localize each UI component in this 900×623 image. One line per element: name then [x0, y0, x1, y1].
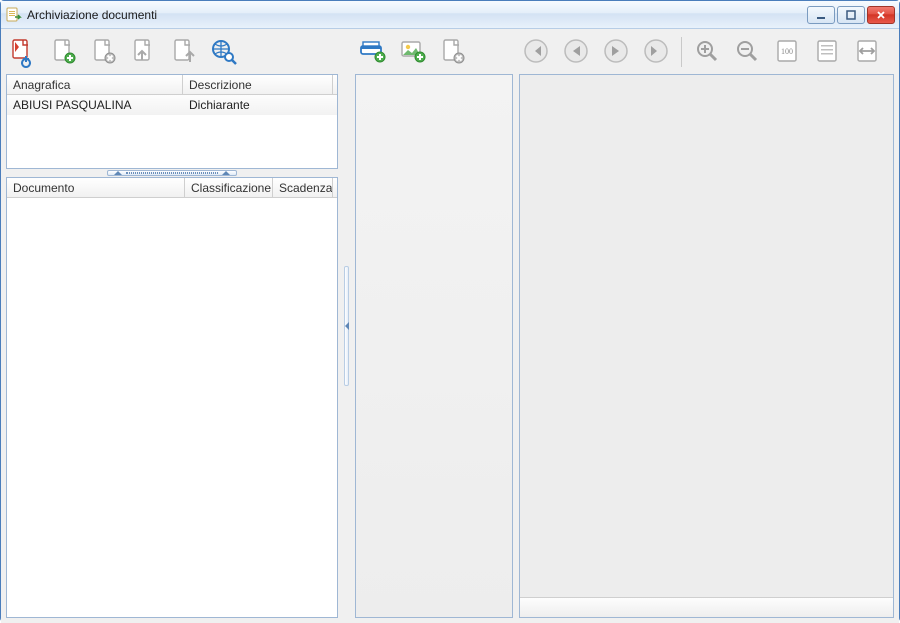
horizontal-splitter[interactable]	[6, 169, 338, 177]
top-table-cell-descrizione: Dichiarante	[183, 96, 333, 114]
bottom-table-column-documento[interactable]: Documento	[7, 178, 185, 197]
nav-prev-icon	[561, 36, 591, 69]
vertical-splitter-left[interactable]	[344, 34, 349, 618]
scan-add-button[interactable]	[355, 35, 389, 69]
doc-add-icon	[48, 36, 78, 69]
top-table-cell-anagrafica: ABIUSI PASQUALINA	[7, 96, 183, 114]
zoom-100-button[interactable]: 100	[770, 35, 804, 69]
globe-search-icon	[208, 36, 238, 69]
top-table-body: ABIUSI PASQUALINADichiarante	[7, 95, 337, 115]
picture-add-icon	[397, 36, 427, 69]
right-toolbar: 100	[519, 34, 894, 74]
zoom-100-icon: 100	[772, 36, 802, 69]
fit-page-icon	[812, 36, 842, 69]
nav-next-icon	[601, 36, 631, 69]
fit-width-icon	[852, 36, 882, 69]
send-document-button[interactable]	[166, 35, 200, 69]
top-table-panel: AnagraficaDescrizione ABIUSI PASQUALINAD…	[6, 74, 338, 169]
toolbar-separator	[681, 37, 682, 67]
doc-up-icon	[128, 36, 158, 69]
middle-column	[355, 34, 513, 618]
right-column: 100	[519, 34, 894, 618]
svg-text:100: 100	[781, 47, 793, 56]
bottom-table-column-scadenza[interactable]: Scadenza	[273, 178, 333, 197]
page-remove-button[interactable]	[435, 35, 469, 69]
pdf-import-icon	[8, 36, 38, 69]
thumbnail-panel	[355, 74, 513, 618]
add-document-button[interactable]	[46, 35, 80, 69]
image-add-button[interactable]	[395, 35, 429, 69]
doc-remove-icon	[88, 36, 118, 69]
window-controls	[807, 6, 895, 24]
table-row[interactable]: ABIUSI PASQUALINADichiarante	[7, 95, 337, 115]
top-table-header: AnagraficaDescrizione	[7, 75, 337, 95]
nav-first-icon	[521, 36, 551, 69]
bottom-table-header: DocumentoClassificazioneScadenza	[7, 178, 337, 198]
bottom-table-column-classificazione[interactable]: Classificazione	[185, 178, 273, 197]
import-pdf-button[interactable]	[6, 35, 40, 69]
first-page-button[interactable]	[519, 35, 553, 69]
zoom-out-button[interactable]	[730, 35, 764, 69]
prev-page-button[interactable]	[559, 35, 593, 69]
next-page-button[interactable]	[599, 35, 633, 69]
doc-arrow-up-icon	[168, 36, 198, 69]
app-icon	[5, 7, 21, 23]
preview-footer	[520, 597, 893, 617]
remove-document-button[interactable]	[86, 35, 120, 69]
titlebar: Archiviazione documenti	[1, 1, 899, 29]
minimize-button[interactable]	[807, 6, 835, 24]
top-table-column-anagrafica[interactable]: Anagrafica	[7, 75, 183, 94]
left-column: AnagraficaDescrizione ABIUSI PASQUALINAD…	[6, 34, 338, 618]
page-remove-icon	[437, 36, 467, 69]
zoom-in-icon	[692, 36, 722, 69]
maximize-button[interactable]	[837, 6, 865, 24]
export-document-button[interactable]	[126, 35, 160, 69]
left-toolbar	[6, 34, 338, 74]
last-page-button[interactable]	[639, 35, 673, 69]
web-search-button[interactable]	[206, 35, 240, 69]
preview-panel	[519, 74, 894, 618]
zoom-out-icon	[732, 36, 762, 69]
close-button[interactable]	[867, 6, 895, 24]
nav-last-icon	[641, 36, 671, 69]
scanner-add-icon	[357, 36, 387, 69]
client-area: AnagraficaDescrizione ABIUSI PASQUALINAD…	[1, 29, 899, 623]
fit-page-button[interactable]	[810, 35, 844, 69]
middle-toolbar	[355, 34, 513, 74]
zoom-in-button[interactable]	[690, 35, 724, 69]
top-table-column-descrizione[interactable]: Descrizione	[183, 75, 333, 94]
fit-width-button[interactable]	[850, 35, 884, 69]
window-title: Archiviazione documenti	[27, 8, 807, 22]
bottom-table-panel: DocumentoClassificazioneScadenza	[6, 177, 338, 618]
